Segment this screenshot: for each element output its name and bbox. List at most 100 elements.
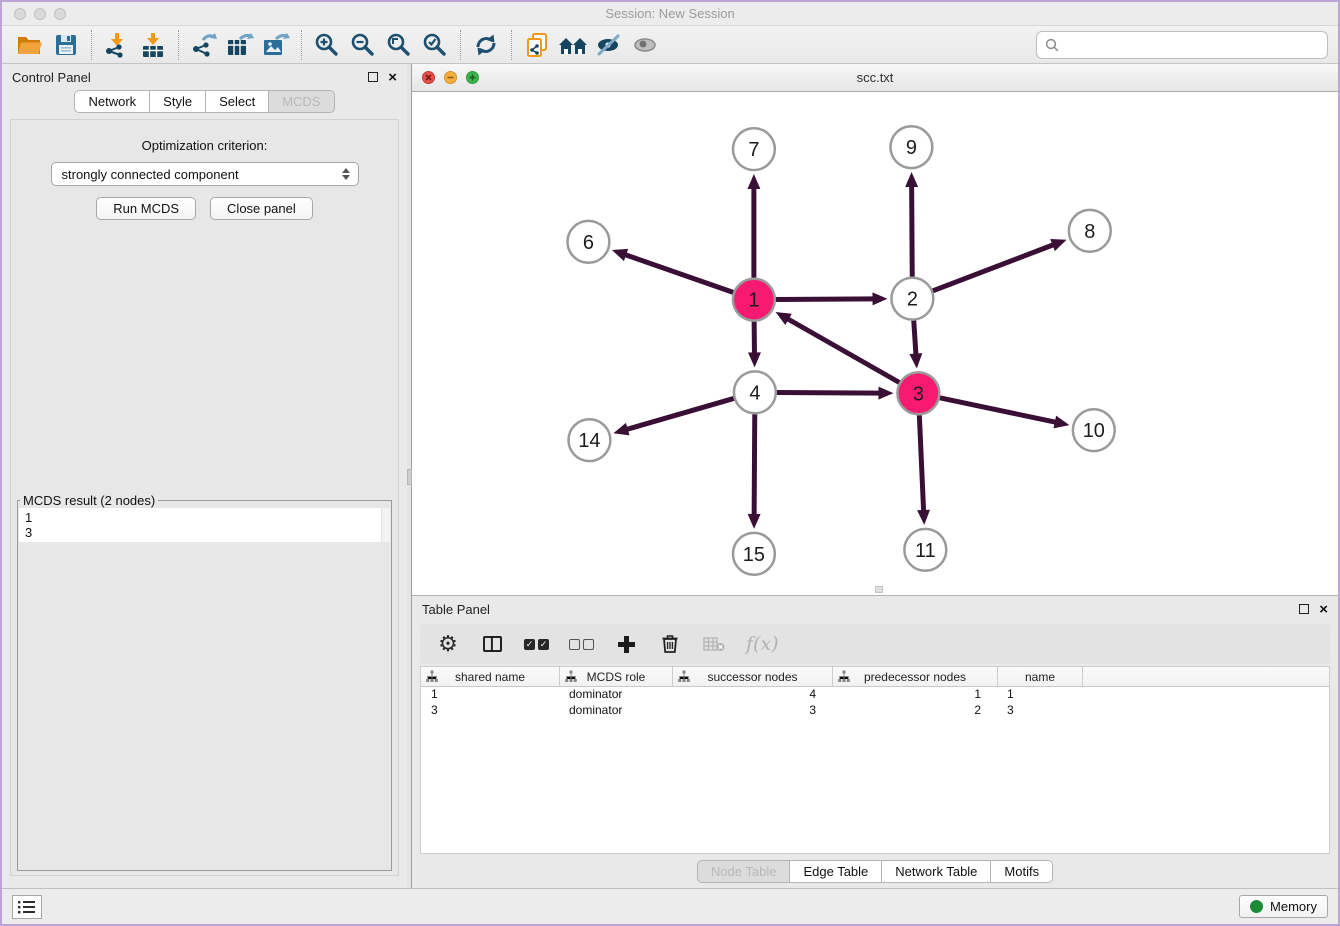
column-header-successor-nodes[interactable]: successor nodes bbox=[672, 667, 832, 686]
column-header-predecessor-nodes[interactable]: predecessor nodes bbox=[832, 667, 997, 686]
float-panel-icon[interactable] bbox=[368, 72, 378, 82]
network-close-icon[interactable] bbox=[422, 71, 435, 84]
tree-icon bbox=[426, 670, 438, 683]
edge-1-2[interactable] bbox=[776, 299, 875, 300]
search-input[interactable] bbox=[1065, 37, 1319, 52]
edge-3-11[interactable] bbox=[919, 415, 923, 512]
cell-shared-name[interactable]: 3 bbox=[421, 703, 559, 719]
table-tab-network-table[interactable]: Network Table bbox=[882, 860, 991, 883]
optimization-criterion-dropdown[interactable]: strongly connected component bbox=[51, 162, 359, 186]
edge-2-9[interactable] bbox=[912, 185, 913, 277]
export-network-icon[interactable] bbox=[186, 30, 222, 60]
toolbar-separator bbox=[301, 30, 302, 60]
tree-icon bbox=[678, 670, 690, 683]
edge-4-3[interactable] bbox=[777, 392, 881, 393]
cell-shared-name[interactable]: 1 bbox=[421, 687, 559, 703]
tab-style[interactable]: Style bbox=[150, 90, 206, 113]
zoom-window-icon[interactable] bbox=[54, 8, 66, 20]
delete-row-icon[interactable] bbox=[658, 631, 682, 657]
network-zoom-icon[interactable] bbox=[466, 71, 479, 84]
float-table-panel-icon[interactable] bbox=[1299, 604, 1309, 614]
close-panel-icon[interactable] bbox=[388, 70, 397, 85]
cell-successor-nodes[interactable]: 4 bbox=[672, 687, 832, 703]
search-icon bbox=[1045, 38, 1059, 52]
edge-4-14[interactable] bbox=[626, 398, 734, 429]
cell-name[interactable]: 3 bbox=[997, 703, 1082, 719]
memory-button[interactable]: Memory bbox=[1239, 895, 1328, 918]
run-mcds-button[interactable]: Run MCDS bbox=[96, 197, 196, 220]
deselect-all-icon[interactable] bbox=[569, 631, 594, 657]
network-canvas[interactable]: 7968124314101511 bbox=[412, 92, 1338, 595]
edge-2-8[interactable] bbox=[933, 244, 1055, 290]
edge-1-6[interactable] bbox=[624, 254, 733, 292]
table-row-2[interactable]: 3dominator323 bbox=[421, 703, 1329, 719]
mcds-result-textarea[interactable]: 1 3 bbox=[19, 508, 390, 542]
window-resize-handle[interactable] bbox=[875, 586, 883, 593]
import-network-icon[interactable] bbox=[99, 30, 135, 60]
column-header-shared-name[interactable]: shared name bbox=[421, 667, 559, 686]
split-view-icon[interactable] bbox=[480, 631, 504, 657]
zoom-in-icon[interactable] bbox=[309, 30, 345, 60]
edge-arrowhead-3-11 bbox=[917, 510, 930, 525]
network-window-title: scc.txt bbox=[412, 70, 1338, 85]
result-scrollbar[interactable] bbox=[381, 508, 390, 542]
import-table-icon[interactable] bbox=[135, 30, 171, 60]
toolbar-separator bbox=[460, 30, 461, 60]
hide-visibility-icon[interactable] bbox=[591, 30, 627, 60]
edge-4-15[interactable] bbox=[754, 414, 755, 516]
column-header-name[interactable]: name bbox=[997, 667, 1082, 686]
control-panel-header: Control Panel bbox=[2, 64, 407, 90]
edge-3-10[interactable] bbox=[940, 398, 1057, 423]
cell-name[interactable]: 1 bbox=[997, 687, 1082, 703]
close-window-icon[interactable] bbox=[14, 8, 26, 20]
export-image-icon[interactable] bbox=[258, 30, 294, 60]
optimization-criterion-label: Optimization criterion: bbox=[11, 138, 398, 153]
cell-MCDS-role[interactable]: dominator bbox=[559, 687, 672, 703]
chevron-up-down-icon bbox=[342, 168, 350, 180]
table-row-1[interactable]: 1dominator411 bbox=[421, 687, 1329, 703]
export-table-icon[interactable] bbox=[222, 30, 258, 60]
task-history-button[interactable] bbox=[12, 895, 42, 919]
open-folder-icon[interactable] bbox=[12, 30, 48, 60]
toolbar-separator bbox=[511, 30, 512, 60]
table-panel-header: Table Panel bbox=[412, 596, 1338, 622]
column-header-MCDS-role[interactable]: MCDS role bbox=[559, 667, 672, 686]
cell-MCDS-role[interactable]: dominator bbox=[559, 703, 672, 719]
minimize-window-icon[interactable] bbox=[34, 8, 46, 20]
close-panel-button[interactable]: Close panel bbox=[210, 197, 313, 220]
table-tab-motifs[interactable]: Motifs bbox=[991, 860, 1053, 883]
edge-arrowhead-4-15 bbox=[748, 514, 761, 529]
titlebar: Session: New Session bbox=[2, 2, 1338, 26]
save-icon[interactable] bbox=[48, 30, 84, 60]
select-all-icon[interactable] bbox=[524, 631, 549, 657]
tab-mcds[interactable]: MCDS bbox=[269, 90, 334, 113]
edge-2-3[interactable] bbox=[914, 321, 916, 356]
cell-predecessor-nodes[interactable]: 2 bbox=[832, 703, 997, 719]
close-table-panel-icon[interactable] bbox=[1319, 602, 1328, 617]
show-visibility-icon[interactable] bbox=[627, 30, 663, 60]
node-label-7: 7 bbox=[748, 139, 759, 161]
cell-successor-nodes[interactable]: 3 bbox=[672, 703, 832, 719]
home-icon[interactable] bbox=[555, 30, 591, 60]
cell-predecessor-nodes[interactable]: 1 bbox=[832, 687, 997, 703]
tab-select[interactable]: Select bbox=[206, 90, 269, 113]
table-tab-edge-table[interactable]: Edge Table bbox=[790, 860, 882, 883]
refresh-layout-icon[interactable] bbox=[468, 30, 504, 60]
settings-gear-icon[interactable] bbox=[436, 631, 460, 657]
clone-network-icon[interactable] bbox=[519, 30, 555, 60]
column-label: shared name bbox=[455, 670, 525, 684]
network-minimize-icon[interactable] bbox=[444, 71, 457, 84]
control-panel-tabs: NetworkStyleSelectMCDS bbox=[2, 90, 407, 113]
search-box[interactable] bbox=[1036, 31, 1328, 59]
zoom-fit-icon[interactable] bbox=[381, 30, 417, 60]
table-tab-node-table[interactable]: Node Table bbox=[697, 860, 791, 883]
zoom-selected-icon[interactable] bbox=[417, 30, 453, 60]
tab-network[interactable]: Network bbox=[74, 90, 150, 113]
add-row-icon[interactable] bbox=[614, 631, 638, 657]
application-window: Session: New Session bbox=[0, 0, 1340, 926]
mcds-panel: Optimization criterion: strongly connect… bbox=[10, 119, 399, 876]
edge-arrowhead-1-6 bbox=[612, 249, 628, 261]
table-empty-area bbox=[421, 719, 1329, 853]
zoom-out-icon[interactable] bbox=[345, 30, 381, 60]
edge-3-1[interactable] bbox=[787, 318, 900, 382]
